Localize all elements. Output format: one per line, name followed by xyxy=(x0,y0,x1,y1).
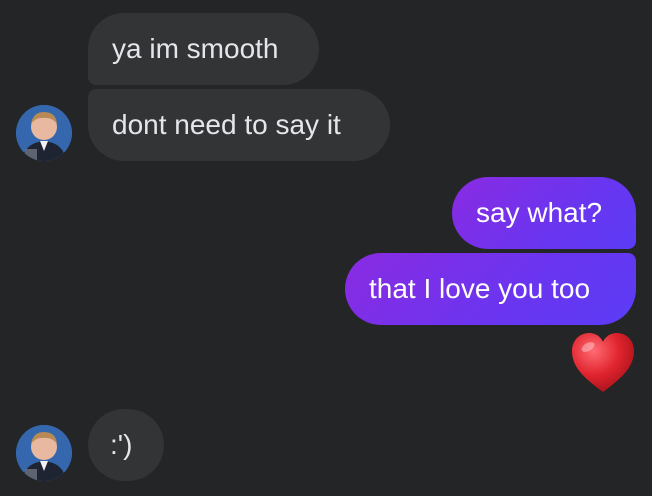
red-heart-icon xyxy=(572,333,634,392)
chat-thread: ya im smooth dont need to say it say wha… xyxy=(0,0,652,496)
heart-emoji-icon[interactable] xyxy=(570,332,636,394)
contact-avatar[interactable] xyxy=(16,425,72,481)
contact-photo-icon xyxy=(16,105,72,161)
contact-photo-icon xyxy=(16,425,72,481)
outgoing-message-bubble[interactable]: say what? xyxy=(452,177,636,249)
outgoing-message-bubble[interactable]: that I love you too xyxy=(345,253,636,325)
contact-avatar[interactable] xyxy=(16,105,72,161)
incoming-message-bubble[interactable]: :') xyxy=(88,409,164,481)
incoming-message-bubble[interactable]: ya im smooth xyxy=(88,13,319,85)
incoming-message-bubble[interactable]: dont need to say it xyxy=(88,89,390,161)
